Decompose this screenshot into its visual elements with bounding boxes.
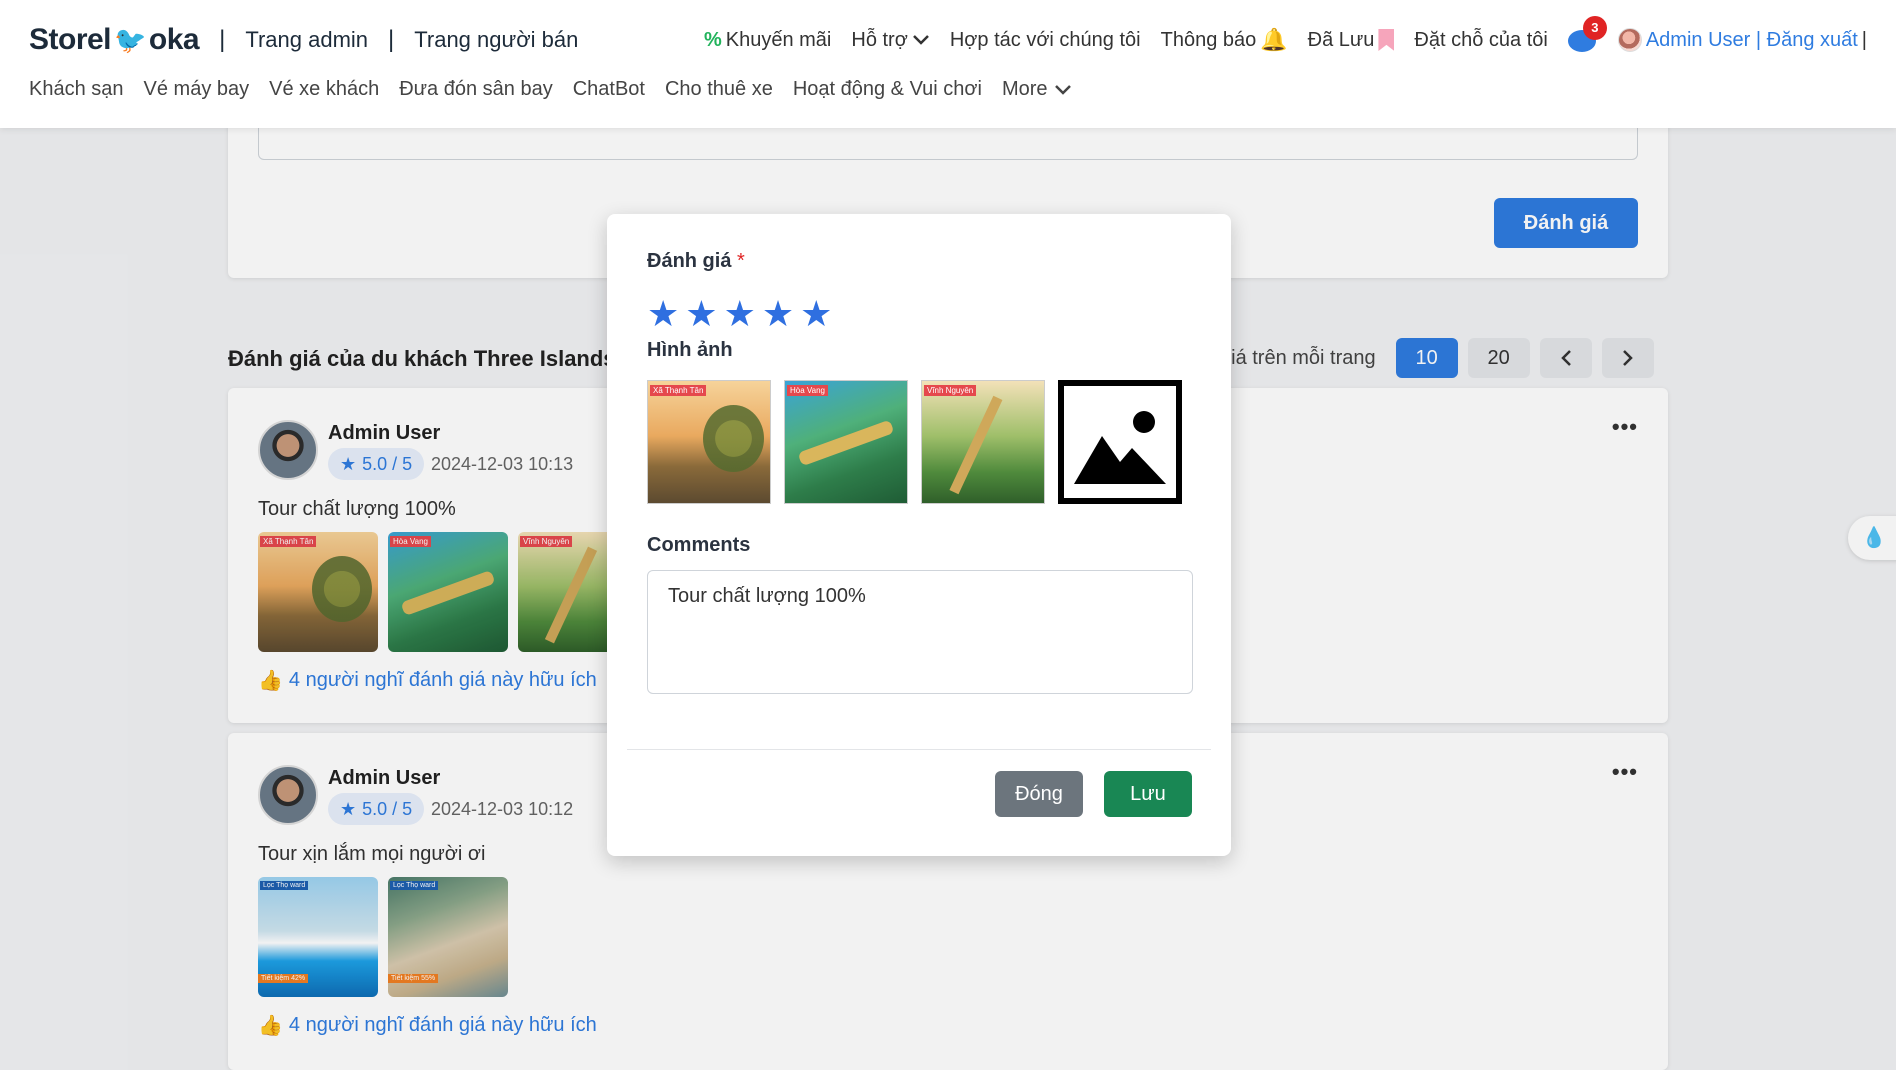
header-separator: | — [219, 26, 226, 53]
images-label: Hình ảnh — [647, 339, 733, 361]
image-location-tag: Xã Thạnh Tân — [650, 385, 707, 396]
header-row-main: Storel 🐦 oka | Trang admin | Trang người… — [29, 16, 1867, 62]
admin-page-link[interactable]: Trang admin — [245, 27, 368, 53]
star-icon[interactable]: ★ — [762, 296, 794, 332]
required-mark: * — [737, 250, 745, 272]
user-avatar — [1617, 28, 1642, 52]
bookmark-icon — [1378, 29, 1395, 51]
notifications-link[interactable]: Thông báo 🔔 — [1161, 27, 1288, 53]
bird-icon: 🐦 — [114, 24, 146, 55]
support-label: Hỗ trợ — [851, 28, 908, 51]
nav-item-car-rental[interactable]: Cho thuê xe — [665, 78, 773, 101]
nav-item-chatbot[interactable]: ChatBot — [573, 78, 645, 101]
nav-item-flights[interactable]: Vé máy bay — [144, 78, 250, 101]
nav-item-airport-transfer[interactable]: Đưa đón sân bay — [399, 78, 553, 101]
uploaded-image[interactable]: Xã Thạnh Tân — [647, 380, 771, 504]
saved-label: Đã Lưu — [1307, 28, 1375, 51]
logo-text-right: oka — [148, 23, 200, 56]
image-location-tag: Vĩnh Nguyên — [924, 385, 977, 396]
category-nav: Khách sạn Vé máy bay Vé xe khách Đưa đón… — [29, 78, 1072, 101]
star-icon[interactable]: ★ — [685, 296, 717, 332]
star-icon[interactable]: ★ — [800, 296, 832, 332]
logo-text-left: Storel — [29, 23, 112, 56]
notifications-label: Thông báo — [1160, 28, 1257, 51]
uploaded-image[interactable]: Hòa Vang — [784, 380, 908, 504]
image-location-tag: Hòa Vang — [787, 385, 828, 396]
chevron-down-icon — [1054, 84, 1071, 95]
site-logo[interactable]: Storel 🐦 oka — [29, 23, 200, 57]
rating-stars: ★ ★ ★ ★ ★ — [647, 296, 832, 332]
header-separator: | — [388, 26, 395, 53]
nav-more-dropdown[interactable]: More — [1002, 78, 1072, 101]
promo-link[interactable]: % Khuyến mãi — [704, 29, 831, 52]
nav-item-bus[interactable]: Vé xe khách — [269, 78, 379, 101]
chat-badge: 3 — [1582, 16, 1607, 40]
nav-item-hotels[interactable]: Khách sạn — [29, 78, 124, 101]
percent-icon: % — [703, 28, 722, 51]
bell-icon: 🔔 — [1260, 27, 1288, 52]
uploaded-image[interactable]: Vĩnh Nguyên — [921, 380, 1045, 504]
edit-review-modal: Đánh giá * ★ ★ ★ ★ ★ Hình ảnh Xã Thạnh T… — [607, 214, 1231, 856]
top-header: Storel 🐦 oka | Trang admin | Trang người… — [0, 0, 1896, 128]
star-icon[interactable]: ★ — [724, 296, 756, 332]
header-trailing-separator: | — [1861, 28, 1867, 51]
chevron-down-icon — [912, 35, 929, 45]
comments-label: Comments — [647, 534, 751, 556]
star-icon[interactable]: ★ — [647, 296, 679, 332]
my-bookings-link[interactable]: Đặt chỗ của tôi — [1414, 29, 1547, 52]
close-button[interactable]: Đóng — [995, 771, 1083, 817]
partner-link[interactable]: Hợp tác với chúng tôi — [950, 29, 1141, 52]
rating-label-text: Đánh giá — [647, 250, 732, 272]
chat-button[interactable]: 3 — [1567, 16, 1607, 54]
add-image-button[interactable] — [1058, 380, 1182, 504]
nav-more-label: More — [1001, 78, 1048, 100]
image-placeholder-icon — [1074, 411, 1166, 484]
seller-page-link[interactable]: Trang người bán — [414, 27, 578, 53]
save-button[interactable]: Lưu — [1104, 771, 1192, 817]
modal-image-list: Xã Thạnh Tân Hòa Vang Vĩnh Nguyên — [647, 380, 1182, 504]
saved-link[interactable]: Đã Lưu — [1308, 29, 1395, 52]
nav-item-activities[interactable]: Hoạt động & Vui chơi — [793, 78, 982, 101]
support-dropdown[interactable]: Hỗ trợ — [851, 29, 929, 52]
rating-label: Đánh giá * — [647, 250, 745, 273]
user-logout-label: Admin User | Đăng xuất — [1645, 28, 1858, 51]
user-menu[interactable]: Admin User | Đăng xuất | — [1617, 28, 1867, 52]
modal-footer-divider — [627, 749, 1211, 750]
promo-label: Khuyến mãi — [725, 28, 832, 51]
header-right-nav: % Khuyến mãi Hỗ trợ Hợp tác với chúng tô… — [704, 16, 1867, 54]
comments-textarea[interactable]: Tour chất lượng 100% — [647, 570, 1193, 694]
